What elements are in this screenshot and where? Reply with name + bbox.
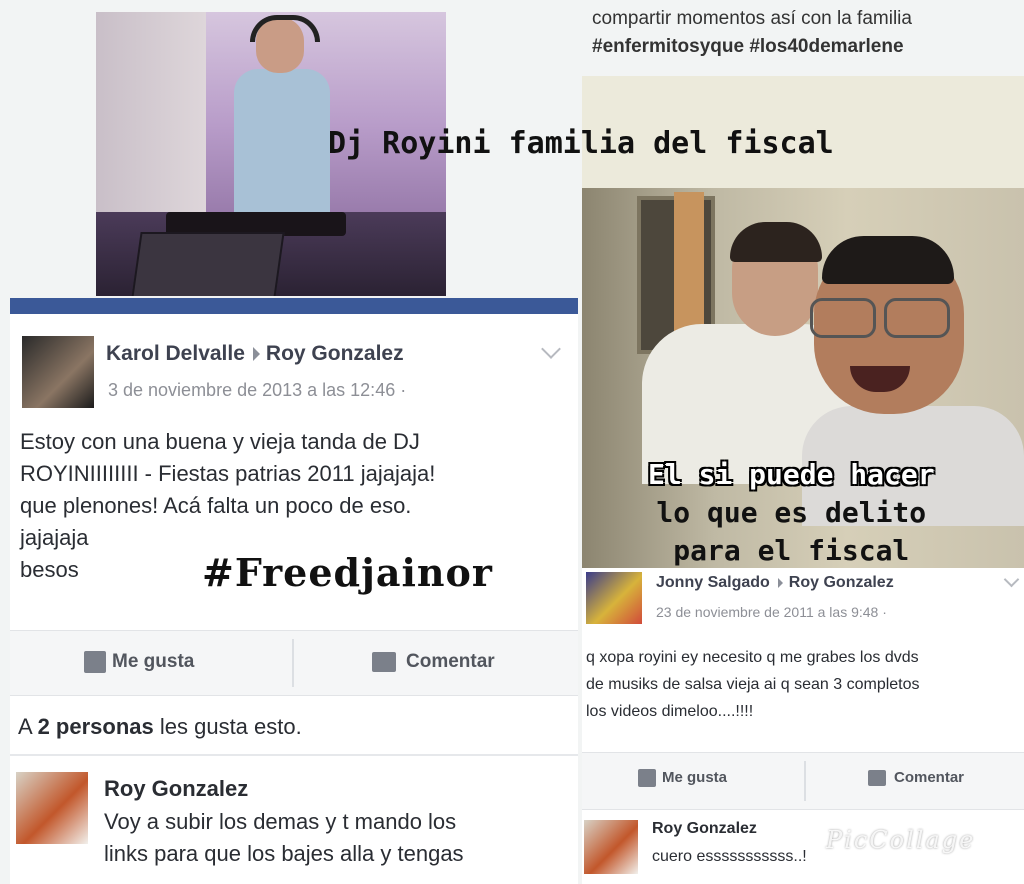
- avatar[interactable]: [584, 820, 638, 874]
- comment-body: Voy a subir los demas y t mando los link…: [104, 806, 464, 870]
- comment-button[interactable]: Comentar: [868, 769, 964, 787]
- arrow-right-icon: [252, 347, 260, 362]
- like-button[interactable]: Me gusta: [84, 651, 194, 673]
- thumbs-up-icon: [638, 769, 656, 788]
- hashtag-overlay: #Freedjainor: [202, 550, 493, 595]
- divider: [10, 754, 578, 756]
- post-body-line: q xopa royini ey necesito q me grabes lo…: [586, 649, 919, 666]
- post-body-line: Estoy con una buena y vieja tanda de DJ: [20, 429, 420, 454]
- author-link[interactable]: Jonny Salgado: [656, 574, 770, 591]
- caption-line: para el fiscal: [673, 534, 910, 567]
- target-link[interactable]: Roy Gonzalez: [266, 342, 404, 365]
- author-link[interactable]: Karol Delvalle: [106, 342, 245, 365]
- post-body-line: de musiks de salsa vieja ai q sean 3 com…: [586, 676, 920, 693]
- divider: [292, 639, 294, 687]
- chevron-down-icon[interactable]: [1003, 571, 1020, 588]
- comment-line: Voy a subir los demas y t mando los: [104, 809, 457, 834]
- post-date[interactable]: 3 de noviembre de 2013 a las 12:46 ·: [108, 380, 406, 401]
- photo-title-overlay: Dj Royini familia del fiscal: [328, 126, 834, 161]
- action-bar: Me gusta Comentar: [582, 752, 1024, 810]
- post-body-line: los videos dimeloo....!!!!: [586, 703, 754, 720]
- avatar[interactable]: [22, 336, 94, 408]
- comment-line: links para que los bajes alla y tengas: [104, 841, 464, 866]
- caption-hashtags[interactable]: #enfermitosyque #los40demarlene: [592, 36, 904, 58]
- comment-icon: [868, 770, 886, 787]
- post-body-line: que plenones! Acá falta un poco de eso.: [20, 493, 412, 518]
- post-date[interactable]: 23 de noviembre de 2011 a las 9:48 ·: [656, 604, 887, 620]
- chevron-down-icon[interactable]: [541, 339, 561, 359]
- target-link[interactable]: Roy Gonzalez: [789, 574, 894, 591]
- post-body: q xopa royini ey necesito q me grabes lo…: [586, 644, 920, 725]
- arrow-right-icon: [777, 577, 783, 588]
- caption-line: lo que es delito: [656, 496, 927, 529]
- caption-line: El si puede hacer: [648, 458, 935, 491]
- photo-caption-overlay: El si puede hacer lo que es delito para …: [648, 456, 935, 570]
- caption-text: compartir momentos así con la familia: [592, 8, 912, 29]
- comment-body: cuero esssssssssss..!: [652, 848, 807, 865]
- avatar[interactable]: [16, 772, 88, 844]
- thumbs-up-icon: [84, 651, 106, 673]
- post-header-names: Karol Delvalle Roy Gonzalez: [106, 342, 404, 366]
- divider: [804, 761, 806, 801]
- post-header-names: Jonny Salgado Roy Gonzalez: [656, 574, 894, 592]
- piccollage-watermark: PicCollage: [826, 826, 976, 854]
- avatar[interactable]: [586, 572, 642, 624]
- likes-summary[interactable]: A 2 personas les gusta esto.: [18, 714, 302, 740]
- comment-button[interactable]: Comentar: [372, 651, 495, 673]
- comment-author[interactable]: Roy Gonzalez: [652, 820, 757, 838]
- like-button[interactable]: Me gusta: [638, 769, 727, 788]
- post-body-line: ROYINIIIIIIII - Fiestas patrias 2011 jaj…: [20, 461, 436, 486]
- action-bar: Me gusta Comentar: [10, 630, 578, 696]
- header-bar: [10, 298, 578, 314]
- comment-author[interactable]: Roy Gonzalez: [104, 776, 248, 802]
- left-post-card: Karol Delvalle Roy Gonzalez 3 de noviembr…: [10, 298, 578, 884]
- comment-icon: [372, 651, 396, 672]
